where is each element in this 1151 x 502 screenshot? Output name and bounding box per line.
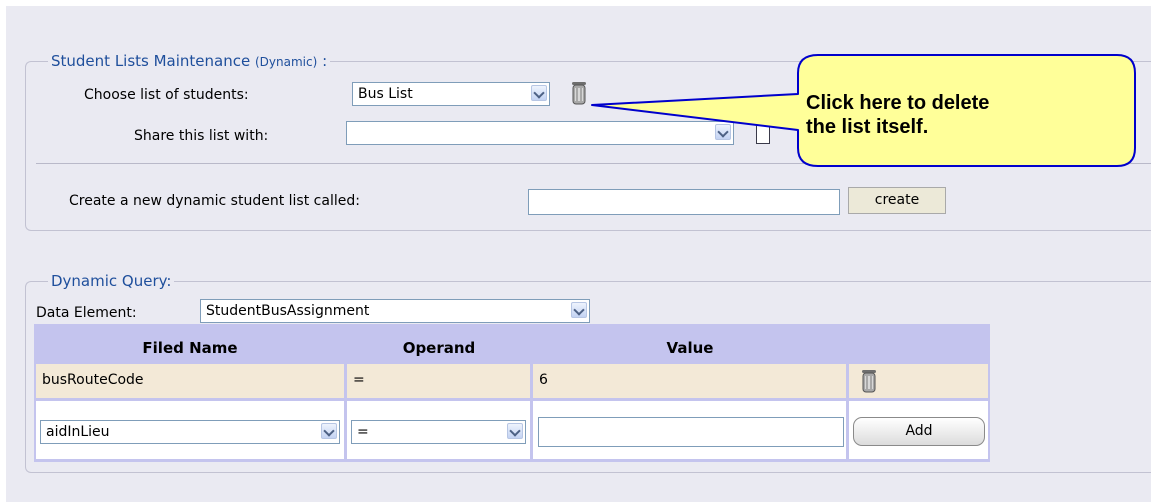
new-row-value-input[interactable] [538, 417, 844, 447]
trash-can-icon[interactable] [859, 368, 879, 394]
column-header-operand: Operand [402, 339, 476, 357]
chevron-down-icon[interactable] [715, 124, 731, 140]
legend-title: Student Lists Maintenance [51, 52, 251, 70]
trash-can-icon[interactable] [569, 80, 589, 106]
column-header-value: Value [666, 339, 714, 357]
create-button[interactable]: create [848, 187, 946, 214]
row-operand: = [347, 364, 530, 398]
share-list-select[interactable] [346, 121, 734, 145]
chevron-down-icon[interactable] [321, 423, 337, 439]
create-list-label: Create a new dynamic student list called… [69, 193, 360, 209]
choose-list-value: Bus List [358, 86, 413, 102]
new-row-field-value: aidInLieu [46, 424, 110, 440]
callout-line-1: Click here to delete [806, 92, 990, 114]
chevron-down-icon[interactable] [571, 302, 587, 318]
choose-list-label: Choose list of students: [84, 87, 249, 103]
query-table-header: Filed Name Operand Value [34, 336, 990, 360]
row-field-name: busRouteCode [36, 364, 344, 398]
data-element-label: Data Element: [36, 305, 137, 321]
share-label: Share this list with: [134, 128, 269, 144]
list-maintenance-legend: Student Lists Maintenance (Dynamic) : [48, 52, 331, 70]
callout-text: Click here to delete the list itself. [806, 91, 1126, 139]
new-row-field-select[interactable]: aidInLieu [40, 420, 340, 444]
column-header-field-name: Filed Name [142, 339, 238, 357]
row-value: 6 [533, 364, 846, 398]
chevron-down-icon[interactable] [531, 85, 547, 101]
legend-colon: : [322, 52, 328, 70]
choose-list-select[interactable]: Bus List [352, 82, 550, 106]
dynamic-query-legend: Dynamic Query: [48, 272, 175, 290]
new-row-operand-select[interactable]: = [351, 420, 526, 444]
new-row-operand-value: = [357, 424, 369, 440]
add-button[interactable]: Add [853, 417, 985, 446]
create-list-input[interactable] [528, 189, 840, 215]
chevron-down-icon[interactable] [507, 423, 523, 439]
data-element-value: StudentBusAssignment [206, 303, 370, 319]
callout-line-2: the list itself. [806, 116, 929, 138]
data-element-select[interactable]: StudentBusAssignment [200, 299, 590, 323]
legend-dynamic-tag: (Dynamic) [255, 55, 318, 69]
